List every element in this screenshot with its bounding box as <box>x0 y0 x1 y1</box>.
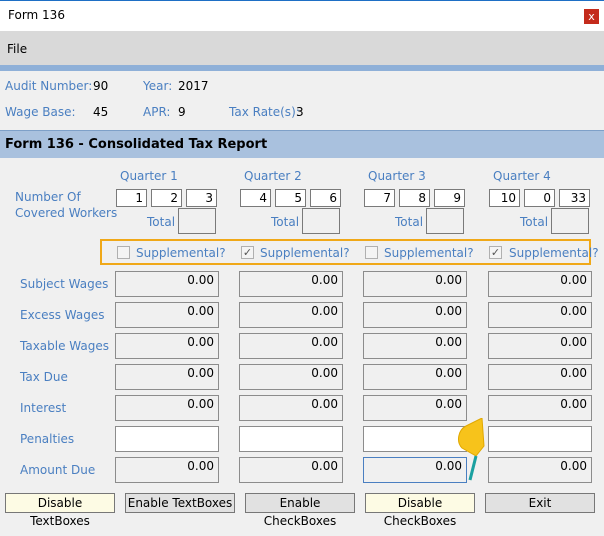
q2-penalties[interactable] <box>239 426 343 452</box>
q3-supplemental-checkbox[interactable] <box>365 246 378 259</box>
q1-total-box <box>178 208 216 234</box>
q3-subject-wages[interactable]: 0.00 <box>363 271 467 297</box>
q3-month3-workers[interactable]: 9 <box>434 189 465 207</box>
interest-label: Interest <box>20 401 67 415</box>
taxable-wages-label: Taxable Wages <box>20 339 110 353</box>
q1-interest[interactable]: 0.00 <box>115 395 219 421</box>
q3-excess-wages[interactable]: 0.00 <box>363 302 467 328</box>
check-icon: ✓ <box>490 246 501 259</box>
q2-month3-workers[interactable]: 6 <box>310 189 341 207</box>
menu-bar <box>0 31 604 65</box>
q2-total-box <box>302 208 340 234</box>
report-title: Form 136 - Consolidated Tax Report <box>5 137 268 152</box>
q3-supplemental-label: Supplemental? <box>384 246 474 260</box>
q4-penalties[interactable] <box>488 426 592 452</box>
q4-month1-workers[interactable]: 10 <box>489 189 520 207</box>
pointer-cursor-icon <box>458 418 485 481</box>
q1-supplemental-label: Supplemental? <box>136 246 226 260</box>
disable-textboxes-button[interactable]: Disable TextBoxes <box>5 493 115 528</box>
q3-month2-workers[interactable]: 8 <box>399 189 430 207</box>
q4-month3-workers[interactable]: 33 <box>559 189 590 207</box>
quarter-2-header: Quarter 2 <box>244 169 302 183</box>
q3-month1-workers[interactable]: 7 <box>364 189 395 207</box>
quarter-1-header: Quarter 1 <box>120 169 178 183</box>
quarter-4-header: Quarter 4 <box>493 169 551 183</box>
q1-supplemental-checkbox[interactable] <box>117 246 130 259</box>
enable-checkboxes-button[interactable]: Enable CheckBoxes <box>245 493 355 528</box>
q2-month2-workers[interactable]: 5 <box>275 189 306 207</box>
q2-interest[interactable]: 0.00 <box>239 395 343 421</box>
q1-taxable-wages[interactable]: 0.00 <box>115 333 219 359</box>
wage-base-label: Wage Base: <box>5 105 76 119</box>
covered-workers-label-1: Number Of <box>15 190 81 204</box>
tax-rate-value: 3 <box>296 105 304 119</box>
q1-month3-workers[interactable]: 3 <box>186 189 217 207</box>
year-label: Year: <box>143 79 173 93</box>
penalties-label: Penalties <box>20 432 75 446</box>
title-bar <box>0 0 604 31</box>
audit-number-value: 90 <box>93 79 109 93</box>
tax-due-label: Tax Due <box>20 370 68 384</box>
wage-base-value: 45 <box>93 105 109 119</box>
amount-due-label: Amount Due <box>20 463 96 477</box>
q1-month2-workers[interactable]: 2 <box>151 189 182 207</box>
enable-textboxes-button[interactable]: Enable TextBoxes <box>125 493 235 513</box>
q4-total-label: Total <box>520 215 549 229</box>
subject-wages-label: Subject Wages <box>20 277 109 291</box>
apr-value: 9 <box>178 105 186 119</box>
q2-subject-wages[interactable]: 0.00 <box>239 271 343 297</box>
q1-amount-due[interactable]: 0.00 <box>115 457 219 483</box>
q4-excess-wages[interactable]: 0.00 <box>488 302 592 328</box>
check-icon: ✓ <box>242 246 253 259</box>
q4-supplemental-label: Supplemental? <box>509 246 599 260</box>
q2-taxable-wages[interactable]: 0.00 <box>239 333 343 359</box>
q1-penalties[interactable] <box>115 426 219 452</box>
q3-taxable-wages[interactable]: 0.00 <box>363 333 467 359</box>
q2-total-label: Total <box>271 215 300 229</box>
q2-amount-due[interactable]: 0.00 <box>239 457 343 483</box>
q1-excess-wages[interactable]: 0.00 <box>115 302 219 328</box>
covered-workers-label-2: Covered Workers <box>15 206 118 220</box>
tax-rate-label: Tax Rate(s): <box>229 105 300 119</box>
q2-supplemental-label: Supplemental? <box>260 246 350 260</box>
q4-supplemental-checkbox[interactable]: ✓ <box>489 246 502 259</box>
q1-subject-wages[interactable]: 0.00 <box>115 271 219 297</box>
q4-amount-due[interactable]: 0.00 <box>488 457 592 483</box>
disable-checkboxes-button[interactable]: Disable CheckBoxes <box>365 493 475 528</box>
q1-tax-due[interactable]: 0.00 <box>115 364 219 390</box>
q2-supplemental-checkbox[interactable]: ✓ <box>241 246 254 259</box>
menu-file[interactable]: File <box>7 42 27 56</box>
excess-wages-label: Excess Wages <box>20 308 105 322</box>
q4-month2-workers[interactable]: 0 <box>524 189 555 207</box>
close-icon[interactable]: x <box>584 9 599 24</box>
exit-button[interactable]: Exit <box>485 493 595 513</box>
q4-total-box <box>551 208 589 234</box>
q4-subject-wages[interactable]: 0.00 <box>488 271 592 297</box>
year-value: 2017 <box>178 79 209 93</box>
q3-tax-due[interactable]: 0.00 <box>363 364 467 390</box>
q3-total-box <box>426 208 464 234</box>
q1-total-label: Total <box>147 215 176 229</box>
q1-month1-workers[interactable]: 1 <box>116 189 147 207</box>
quarter-3-header: Quarter 3 <box>368 169 426 183</box>
q2-excess-wages[interactable]: 0.00 <box>239 302 343 328</box>
apr-label: APR: <box>143 105 171 119</box>
q3-total-label: Total <box>395 215 424 229</box>
q2-month1-workers[interactable]: 4 <box>240 189 271 207</box>
q4-taxable-wages[interactable]: 0.00 <box>488 333 592 359</box>
audit-number-label: Audit Number: <box>5 79 93 93</box>
q4-interest[interactable]: 0.00 <box>488 395 592 421</box>
menu-divider <box>0 65 604 71</box>
q4-tax-due[interactable]: 0.00 <box>488 364 592 390</box>
window-title: Form 136 <box>8 8 65 22</box>
q2-tax-due[interactable]: 0.00 <box>239 364 343 390</box>
